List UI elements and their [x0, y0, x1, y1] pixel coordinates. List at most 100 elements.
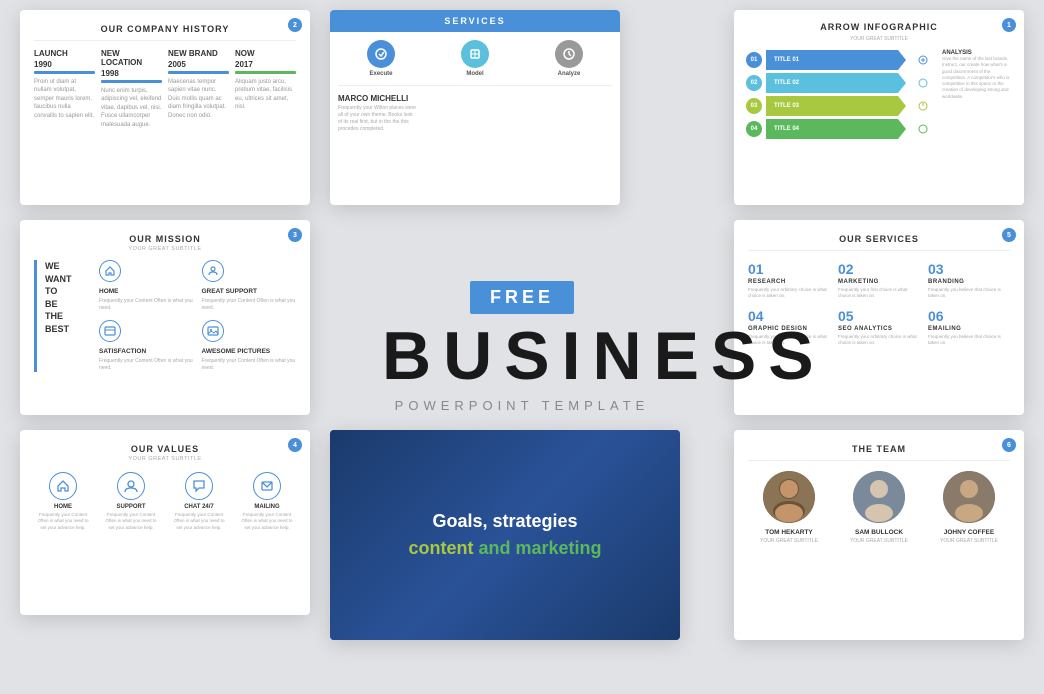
value-item-1: HOME Frequently your Content Often is wh… — [34, 472, 92, 531]
model-icon — [461, 40, 489, 68]
services-desc: Frequently your Wilton places were all o… — [338, 105, 418, 133]
arrow-label-3: TITLE 03 — [774, 103, 799, 109]
value-item-3: CHAT 24/7 Frequently your Content Often … — [170, 472, 228, 531]
services-content: MARCO MICHELLI Frequently your Wilton pl… — [330, 86, 620, 141]
value-text-4: Frequently your Content Often is what yo… — [238, 512, 296, 531]
new-brand-year: 2005 — [168, 60, 229, 69]
value-item-2: SUPPORT Frequently your Content Often is… — [102, 472, 160, 531]
now-year: 2017 — [235, 60, 296, 69]
value-label-4: MAILING — [238, 504, 296, 510]
arrow-num-1: 01 — [746, 52, 762, 68]
s5-num: 05 — [838, 308, 920, 324]
mission-title: OUR MISSION — [34, 234, 296, 244]
slide-services-top: SERVICES Execute Model Analyze — [330, 10, 620, 205]
arrow-rows: 01 TITLE 01 02 TITLE 02 — [746, 50, 932, 139]
history-timeline: LAUNCH 1990 Proin ut diam at nullam volu… — [34, 49, 296, 129]
bar-4 — [235, 71, 296, 74]
team-divider — [748, 460, 1010, 461]
team-members: TOM HEKARTY YOUR GREAT SUBTITLE SAM BULL… — [748, 471, 1010, 544]
mission-item2-text: Frequently your Content Often is what yo… — [202, 298, 297, 312]
history-text-1: Proin ut diam at nullam volutpat, semper… — [34, 78, 95, 120]
member3-role: YOUR GREAT SUBTITLE — [928, 538, 1010, 544]
avatar-2 — [853, 471, 905, 523]
mission-big-text-block: WE WANT TO BE THE BEST — [34, 260, 89, 372]
value-text-3: Frequently your Content Often is what yo… — [170, 512, 228, 531]
mission-subtitle: YOUR GREAT SUBTITLE — [34, 246, 296, 252]
s5-label: SEO ANALYTICS — [838, 326, 920, 332]
values-subtitle: YOUR GREAT SUBTITLE — [34, 456, 296, 462]
arrow-num-4: 04 — [746, 121, 762, 137]
goals-line2: content and marketing — [408, 535, 601, 562]
mission-line1: WE — [45, 260, 89, 273]
arrow-label-2: TITLE 02 — [774, 80, 799, 86]
mission-item1-text: Frequently your Content Often is what yo… — [99, 298, 194, 312]
service-item-5: 05 SEO ANALYTICS Frequently your Arbitra… — [838, 308, 920, 347]
mission-layout: WE WANT TO BE THE BEST HOME Frequently y… — [34, 260, 296, 372]
mission-satisfaction-icon — [99, 320, 121, 342]
new-brand-label: NEW BRAND — [168, 49, 229, 58]
s5-text: Frequently your Arbitrary choice is what… — [838, 334, 920, 347]
s3-text: Frequently you believe that choice is ta… — [928, 287, 1010, 300]
slide-arrow: 1 ARROW INFOGRAPHIC YOUR GREAT SUBTITLE … — [734, 10, 1024, 205]
value-support-icon — [117, 472, 145, 500]
value-text-2: Frequently your Content Often is what yo… — [102, 512, 160, 531]
value-label-3: CHAT 24/7 — [170, 504, 228, 510]
arrow-shape-4: TITLE 04 — [766, 119, 906, 139]
mission-item-2: GREAT SUPPORT Frequently your Content Of… — [202, 260, 297, 312]
launch-year: 1990 — [34, 60, 95, 69]
s2-label: MARKETING — [838, 279, 920, 285]
arrow-shape-2: TITLE 02 — [766, 73, 906, 93]
member2-role: YOUR GREAT SUBTITLE — [838, 538, 920, 544]
main-subtitle: POWERPOINT TEMPLATE — [382, 398, 662, 413]
avatar-3-placeholder — [943, 471, 995, 523]
arrow-row-4: 04 TITLE 04 — [746, 119, 932, 139]
mission-line5: THE BEST — [45, 310, 89, 335]
mission-item3-text: Frequently your Content Often is what yo… — [99, 358, 194, 372]
execute-icon — [367, 40, 395, 68]
mission-item4-text: Frequently your Content Often is what yo… — [202, 358, 297, 372]
analysis-text: Give the name of the last brands. Instru… — [942, 56, 1012, 100]
s3-label: BRANDING — [928, 279, 1010, 285]
s6-label: EMAILING — [928, 326, 1010, 332]
slide-mission: 3 OUR MISSION YOUR GREAT SUBTITLE WE WAN… — [20, 220, 310, 415]
goals-background: Goals, strategies content and marketing — [330, 430, 680, 640]
history-divider — [34, 40, 296, 41]
goals-line1: Goals, strategies — [408, 508, 601, 535]
arrow-analysis: ANALYSIS Give the name of the last brand… — [942, 50, 1012, 139]
services-person: MARCO MICHELLI Frequently your Wilton pl… — [338, 94, 418, 133]
mission-items: HOME Frequently your Content Often is wh… — [99, 260, 296, 372]
mission-line3: TO — [45, 285, 89, 298]
mission-item2-title: GREAT SUPPORT — [202, 288, 297, 295]
team-member-2: SAM BULLOCK YOUR GREAT SUBTITLE — [838, 471, 920, 544]
arrow-icon-1 — [914, 51, 932, 69]
s1-num: 01 — [748, 261, 830, 277]
model-label: Model — [428, 71, 522, 77]
value-mail-icon — [253, 472, 281, 500]
timeline-col-1: LAUNCH 1990 Proin ut diam at nullam volu… — [34, 49, 95, 129]
new-location-year: 1998 — [101, 69, 162, 78]
arrow-shape-3: TITLE 03 — [766, 96, 906, 116]
slide-badge-team: 6 — [1002, 438, 1016, 452]
timeline-col-3: NEW BRAND 2005 Maecenas tempor sapien vi… — [168, 49, 229, 129]
arrow-main-layout: 01 TITLE 01 02 TITLE 02 — [746, 50, 1012, 139]
arrow-title: ARROW INFOGRAPHIC — [746, 22, 1012, 32]
arrow-subtitle: YOUR GREAT SUBTITLE — [746, 36, 1012, 42]
execute-label: Execute — [334, 71, 428, 77]
timeline-col-2: NEW LOCATION 1998 Nunc enim turpis, adip… — [101, 49, 162, 129]
slide-badge-history: 2 — [288, 18, 302, 32]
slide-badge-our-services: 5 — [1002, 228, 1016, 242]
service-icon-2: Model — [428, 40, 522, 77]
arrow-label-1: TITLE 01 — [774, 57, 799, 63]
member1-role: YOUR GREAT SUBTITLE — [748, 538, 830, 544]
slide-team: 6 THE TEAM TOM HEKARTY — [734, 430, 1024, 640]
team-member-3: JOHNY COFFEE YOUR GREAT SUBTITLE — [928, 471, 1010, 544]
goals-highlight2: and marketing — [473, 538, 601, 558]
bar-3 — [168, 71, 229, 74]
value-text-1: Frequently your Content Often is what yo… — [34, 512, 92, 531]
value-home-icon — [49, 472, 77, 500]
s6-num: 06 — [928, 308, 1010, 324]
s2-num: 02 — [838, 261, 920, 277]
mission-item3-title: SATISFACTION — [99, 348, 194, 355]
mission-pictures-icon — [202, 320, 224, 342]
slide-badge-mission: 3 — [288, 228, 302, 242]
